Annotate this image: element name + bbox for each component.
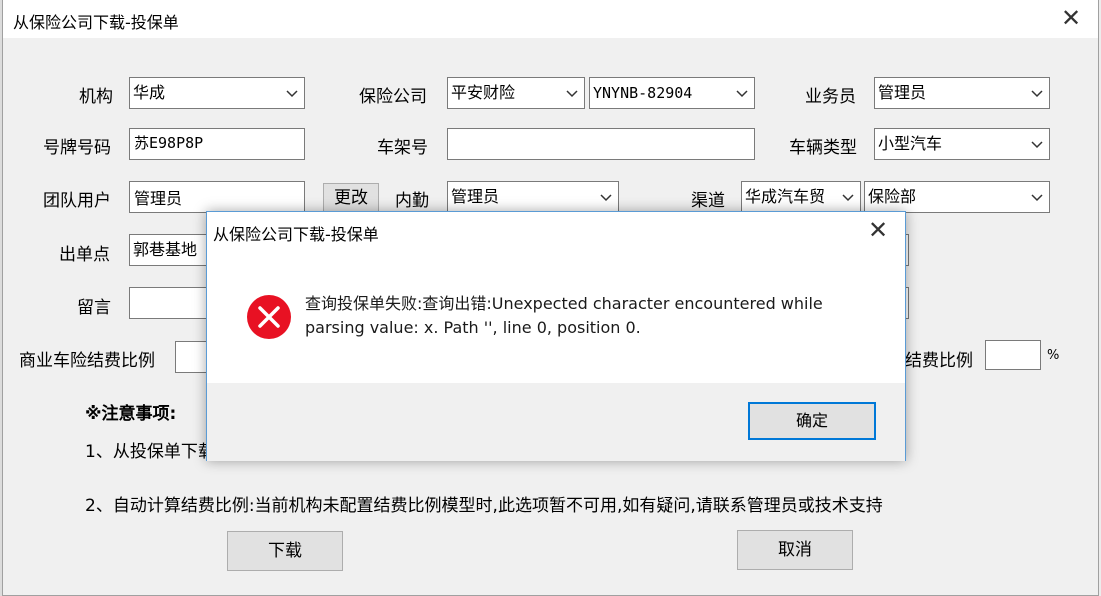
ok-button[interactable]: 确定 [748, 402, 876, 440]
dialog-message: 查询投保单失败:查询出错:Unexpected character encoun… [305, 294, 823, 337]
percent-sign: % [1047, 348, 1060, 363]
internal-label: 内勤 [395, 191, 429, 211]
vehicle-type-label: 车辆类型 [789, 138, 857, 158]
chevron-down-icon [736, 90, 748, 98]
salesman-select-value: 管理员 [878, 83, 927, 102]
salesman-select[interactable]: 管理员 [874, 77, 1050, 109]
cancel-button[interactable]: 取消 [737, 530, 853, 570]
team-user-input[interactable]: 管理员 [129, 181, 305, 213]
chevron-down-icon [1031, 141, 1043, 149]
note-line-2: 2、自动计算结费比例:当前机构未配置结费比例模型时,此选项暂不可用,如有疑问,请… [85, 496, 883, 516]
message-label: 留言 [77, 298, 111, 318]
plate-label: 号牌号码 [43, 138, 111, 158]
insurer-code-value: YNYNB-82904 [593, 84, 693, 102]
note-line-1: 1、从投保单下载 [85, 442, 215, 462]
vin-label: 车架号 [377, 138, 428, 158]
org-select-value: 华成 [133, 83, 166, 102]
vin-input[interactable] [447, 128, 755, 160]
insurer-code-select[interactable]: YNYNB-82904 [589, 77, 755, 109]
window-close-button[interactable]: ✕ [1058, 6, 1084, 32]
department-select-value: 保险部 [868, 187, 917, 206]
plate-input[interactable]: 苏E98P8P [129, 128, 305, 160]
internal-select[interactable]: 管理员 [447, 181, 619, 213]
channel-select[interactable]: 华成汽车贸 [741, 181, 861, 213]
chevron-down-icon [286, 90, 298, 98]
internal-select-value: 管理员 [451, 187, 500, 206]
org-select[interactable]: 华成 [129, 77, 305, 109]
vehicle-type-select[interactable]: 小型汽车 [874, 128, 1050, 160]
outlet-label: 出单点 [59, 245, 110, 265]
chevron-down-icon [1031, 194, 1043, 202]
other-ratio-label: 结费比例 [905, 351, 973, 371]
chevron-down-icon [566, 90, 578, 98]
channel-label: 渠道 [691, 191, 725, 211]
chevron-down-icon [1031, 90, 1043, 98]
department-select[interactable]: 保险部 [864, 181, 1050, 213]
window-titlebar: 从保险公司下载-投保单 ✕ [3, 0, 1098, 38]
commercial-ratio-label: 商业车险结费比例 [19, 351, 155, 371]
chevron-down-icon [600, 194, 612, 202]
dialog-titlebar: 从保险公司下载-投保单 ✕ [207, 212, 905, 250]
team-user-label: 团队用户 [43, 191, 111, 211]
chevron-down-icon [842, 194, 854, 202]
salesman-label: 业务员 [805, 87, 856, 107]
org-label: 机构 [79, 87, 113, 107]
window-title: 从保险公司下载-投保单 [13, 13, 179, 32]
download-button[interactable]: 下载 [227, 531, 343, 571]
dialog-title: 从保险公司下载-投保单 [213, 225, 379, 244]
insurer-select[interactable]: 平安财险 [447, 77, 585, 109]
other-ratio-input[interactable] [985, 340, 1041, 370]
error-dialog: 从保险公司下载-投保单 ✕ 查询投保单失败:查询出错:Unexpected ch… [206, 211, 906, 461]
dialog-footer: 确定 [207, 383, 905, 461]
change-button[interactable]: 更改 [323, 183, 379, 213]
insurer-label: 保险公司 [359, 87, 427, 107]
error-icon [247, 295, 291, 339]
vehicle-type-value: 小型汽车 [878, 134, 943, 153]
notes-title: ※注意事项: [85, 404, 177, 424]
dialog-close-button[interactable]: ✕ [865, 218, 891, 244]
